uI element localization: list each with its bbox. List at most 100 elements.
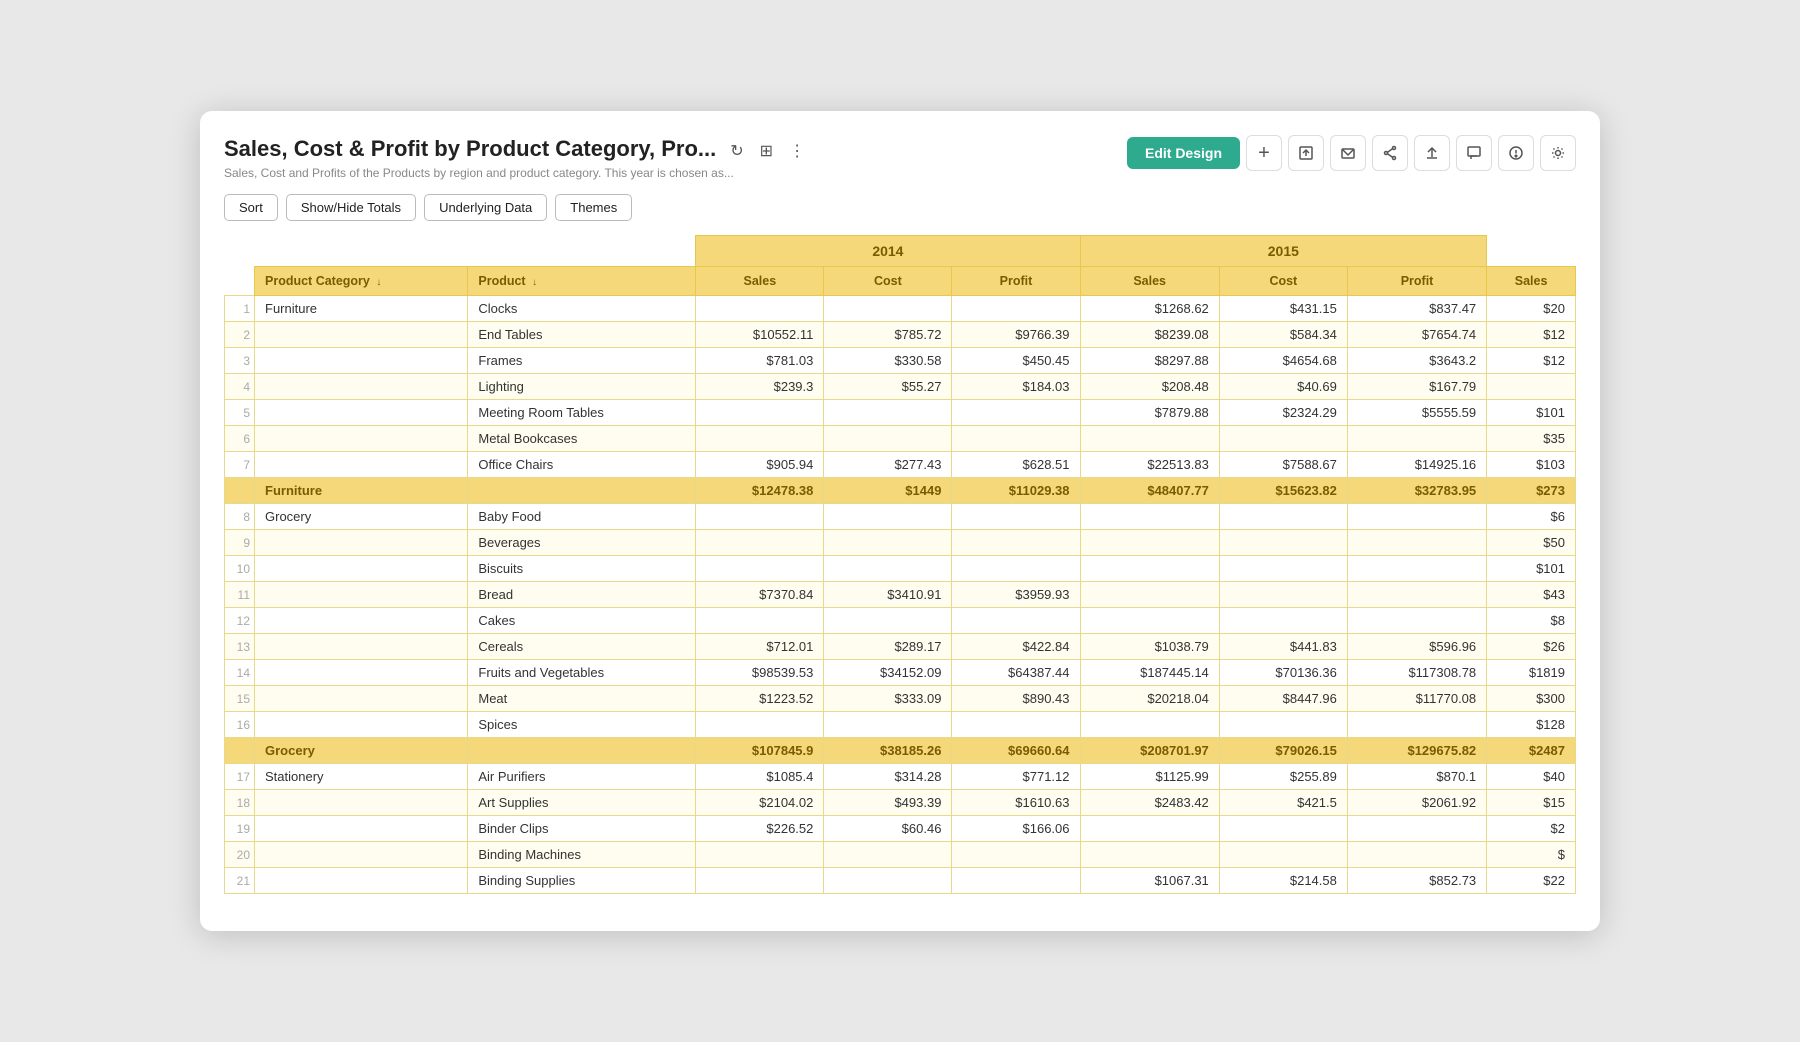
underlying-data-button[interactable]: Underlying Data — [424, 194, 547, 221]
extra-sales-cell: $2 — [1487, 816, 1576, 842]
row-num: 16 — [225, 712, 255, 738]
extra-sales-cell: $128 — [1487, 712, 1576, 738]
sales-2015-cell: $8239.08 — [1080, 322, 1219, 348]
header: Sales, Cost & Profit by Product Category… — [224, 135, 1576, 180]
refresh-icon-btn[interactable]: ↻ — [726, 139, 747, 163]
cost-2015-cell: $441.83 — [1219, 634, 1347, 660]
profit-2014-cell: $64387.44 — [952, 660, 1080, 686]
category-cell — [255, 322, 468, 348]
settings-icon-btn[interactable] — [1540, 135, 1576, 171]
profit-2015-cell — [1347, 530, 1486, 556]
row-num: 19 — [225, 816, 255, 842]
show-hide-totals-button[interactable]: Show/Hide Totals — [286, 194, 416, 221]
upload-icon-btn[interactable] — [1414, 135, 1450, 171]
product-cell: Frames — [468, 348, 696, 374]
share-icon-btn[interactable] — [1372, 135, 1408, 171]
extra-sales-cell: $50 — [1487, 530, 1576, 556]
product-category-sort-icon[interactable]: ↓ — [376, 277, 381, 288]
sort-button[interactable]: Sort — [224, 194, 278, 221]
row-num: 8 — [225, 504, 255, 530]
product-cell: Lighting — [468, 374, 696, 400]
extra-sales-cell: $101 — [1487, 400, 1576, 426]
sales-2015-cell: $1268.62 — [1080, 296, 1219, 322]
sales-2015-cell: $20218.04 — [1080, 686, 1219, 712]
profit-2014-cell: $422.84 — [952, 634, 1080, 660]
cost-2015-cell: $2324.29 — [1219, 400, 1347, 426]
cost-2014-cell: $34152.09 — [824, 660, 952, 686]
row-num: 7 — [225, 452, 255, 478]
profit-2014-cell: $9766.39 — [952, 322, 1080, 348]
themes-button[interactable]: Themes — [555, 194, 632, 221]
product-cell: Metal Bookcases — [468, 426, 696, 452]
extra-sales-cell: $40 — [1487, 764, 1576, 790]
cost-2015-cell: $15623.82 — [1219, 478, 1347, 504]
profit-2014-cell: $450.45 — [952, 348, 1080, 374]
table-row: 17 Stationery Air Purifiers $1085.4 $314… — [225, 764, 1576, 790]
table-row: 2 End Tables $10552.11 $785.72 $9766.39 … — [225, 322, 1576, 348]
profit-2014-cell: $11029.38 — [952, 478, 1080, 504]
add-icon-btn[interactable]: + — [1246, 135, 1282, 171]
extra-sales-cell: $2487 — [1487, 738, 1576, 764]
profit-2015-cell — [1347, 556, 1486, 582]
cost-2015-cell — [1219, 504, 1347, 530]
alert-icon-btn[interactable] — [1498, 135, 1534, 171]
cost-2015-cell: $421.5 — [1219, 790, 1347, 816]
cost-2015-cell: $584.34 — [1219, 322, 1347, 348]
table-row: 14 Fruits and Vegetables $98539.53 $3415… — [225, 660, 1576, 686]
sales-2015-cell — [1080, 530, 1219, 556]
sales-2015-cell: $1067.31 — [1080, 868, 1219, 894]
product-sort-icon[interactable]: ↓ — [532, 277, 537, 288]
row-num: 17 — [225, 764, 255, 790]
extra-sales-cell: $103 — [1487, 452, 1576, 478]
email-icon-btn[interactable] — [1330, 135, 1366, 171]
cost-2015-col-header: Cost — [1219, 267, 1347, 296]
product-cell: Air Purifiers — [468, 764, 696, 790]
sales-2015-cell — [1080, 816, 1219, 842]
category-cell: Grocery — [255, 738, 468, 764]
subtotal-row: Furniture $12478.38 $1449 $11029.38 $484… — [225, 478, 1576, 504]
category-cell — [255, 686, 468, 712]
profit-2015-cell: $11770.08 — [1347, 686, 1486, 712]
table-row: 3 Frames $781.03 $330.58 $450.45 $8297.8… — [225, 348, 1576, 374]
profit-2015-cell: $117308.78 — [1347, 660, 1486, 686]
comment-icon-btn[interactable] — [1456, 135, 1492, 171]
table-row: 12 Cakes $8 — [225, 608, 1576, 634]
sales-2014-cell: $905.94 — [696, 452, 824, 478]
cost-2014-cell — [824, 504, 952, 530]
toolbar: Sort Show/Hide Totals Underlying Data Th… — [224, 194, 1576, 221]
product-cell: Baby Food — [468, 504, 696, 530]
cost-2015-cell — [1219, 816, 1347, 842]
cost-2015-cell — [1219, 530, 1347, 556]
product-cell: Binding Supplies — [468, 868, 696, 894]
sales-2015-cell — [1080, 842, 1219, 868]
edit-design-button[interactable]: Edit Design — [1127, 137, 1240, 169]
category-cell — [255, 556, 468, 582]
row-num: 18 — [225, 790, 255, 816]
main-window: Sales, Cost & Profit by Product Category… — [200, 111, 1600, 931]
more-icon-btn[interactable]: ⋮ — [785, 139, 809, 163]
sales-2014-cell — [696, 556, 824, 582]
cost-2015-cell — [1219, 426, 1347, 452]
product-cell: Bread — [468, 582, 696, 608]
cost-2015-cell: $40.69 — [1219, 374, 1347, 400]
row-num: 4 — [225, 374, 255, 400]
sales-2014-cell: $10552.11 — [696, 322, 824, 348]
row-num: 2 — [225, 322, 255, 348]
cost-2014-cell — [824, 556, 952, 582]
category-cell — [255, 660, 468, 686]
cost-2014-cell — [824, 868, 952, 894]
cost-2014-cell: $3410.91 — [824, 582, 952, 608]
sales-2015-cell: $208.48 — [1080, 374, 1219, 400]
cost-2015-cell — [1219, 712, 1347, 738]
profit-2014-cell — [952, 400, 1080, 426]
sales-2015-cell: $208701.97 — [1080, 738, 1219, 764]
export-icon-btn[interactable] — [1288, 135, 1324, 171]
grid-icon-btn[interactable]: ⊞ — [756, 139, 777, 163]
sales-2014-cell: $98539.53 — [696, 660, 824, 686]
sales-2014-cell: $239.3 — [696, 374, 824, 400]
cost-2015-cell: $70136.36 — [1219, 660, 1347, 686]
profit-2015-cell: $5555.59 — [1347, 400, 1486, 426]
sales-2015-cell: $1038.79 — [1080, 634, 1219, 660]
cost-2015-cell: $255.89 — [1219, 764, 1347, 790]
table-row: 19 Binder Clips $226.52 $60.46 $166.06 $… — [225, 816, 1576, 842]
